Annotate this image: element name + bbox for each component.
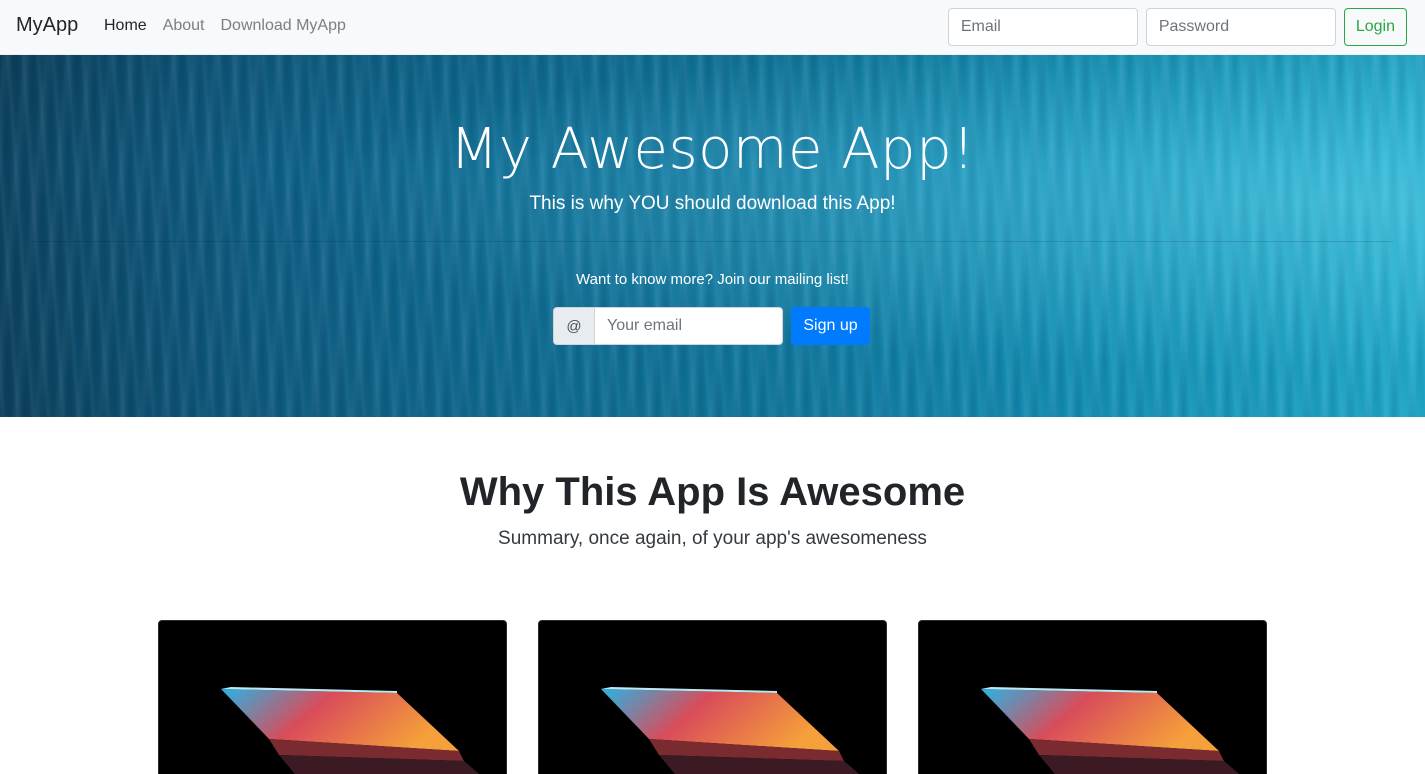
feature-card-image-1 — [158, 620, 507, 774]
feature-card-image-2 — [538, 620, 887, 774]
hero-title: My Awesome App! — [449, 117, 976, 182]
mailing-list-email-field[interactable] — [594, 307, 783, 345]
nav-links: Home About Download MyApp — [104, 17, 346, 35]
brand-logo[interactable]: MyApp — [16, 14, 78, 37]
features-title: Why This App Is Awesome — [459, 470, 966, 514]
hero-section: My Awesome App! This is why YOU should d… — [0, 55, 1425, 417]
laptop-image — [221, 687, 480, 774]
mailing-list-prompt: Want to know more? Join our mailing list… — [576, 271, 849, 288]
navbar: MyApp Home About Download MyApp Login — [0, 0, 1425, 55]
login-email-field[interactable] — [947, 8, 1138, 46]
laptop-image — [601, 687, 860, 774]
at-sign-icon: @ — [553, 307, 594, 345]
email-input-group: @ — [553, 307, 783, 345]
signup-button[interactable]: Sign up — [791, 307, 870, 345]
nav-link-home[interactable]: Home — [104, 17, 147, 35]
login-button[interactable]: Login — [1343, 8, 1407, 46]
nav-link-download[interactable]: Download MyApp — [221, 17, 346, 35]
nav-link-about[interactable]: About — [163, 17, 205, 35]
mailing-list-form: @ Sign up — [553, 307, 870, 345]
features-subtitle: Summary, once again, of your app's aweso… — [498, 528, 927, 549]
feature-card-image-3 — [918, 620, 1267, 774]
laptop-image — [981, 687, 1240, 774]
hero-subtitle: This is why YOU should download this App… — [529, 193, 896, 214]
login-password-field[interactable] — [1145, 8, 1336, 46]
hero-divider — [32, 241, 1393, 242]
login-form: Login — [947, 8, 1407, 46]
